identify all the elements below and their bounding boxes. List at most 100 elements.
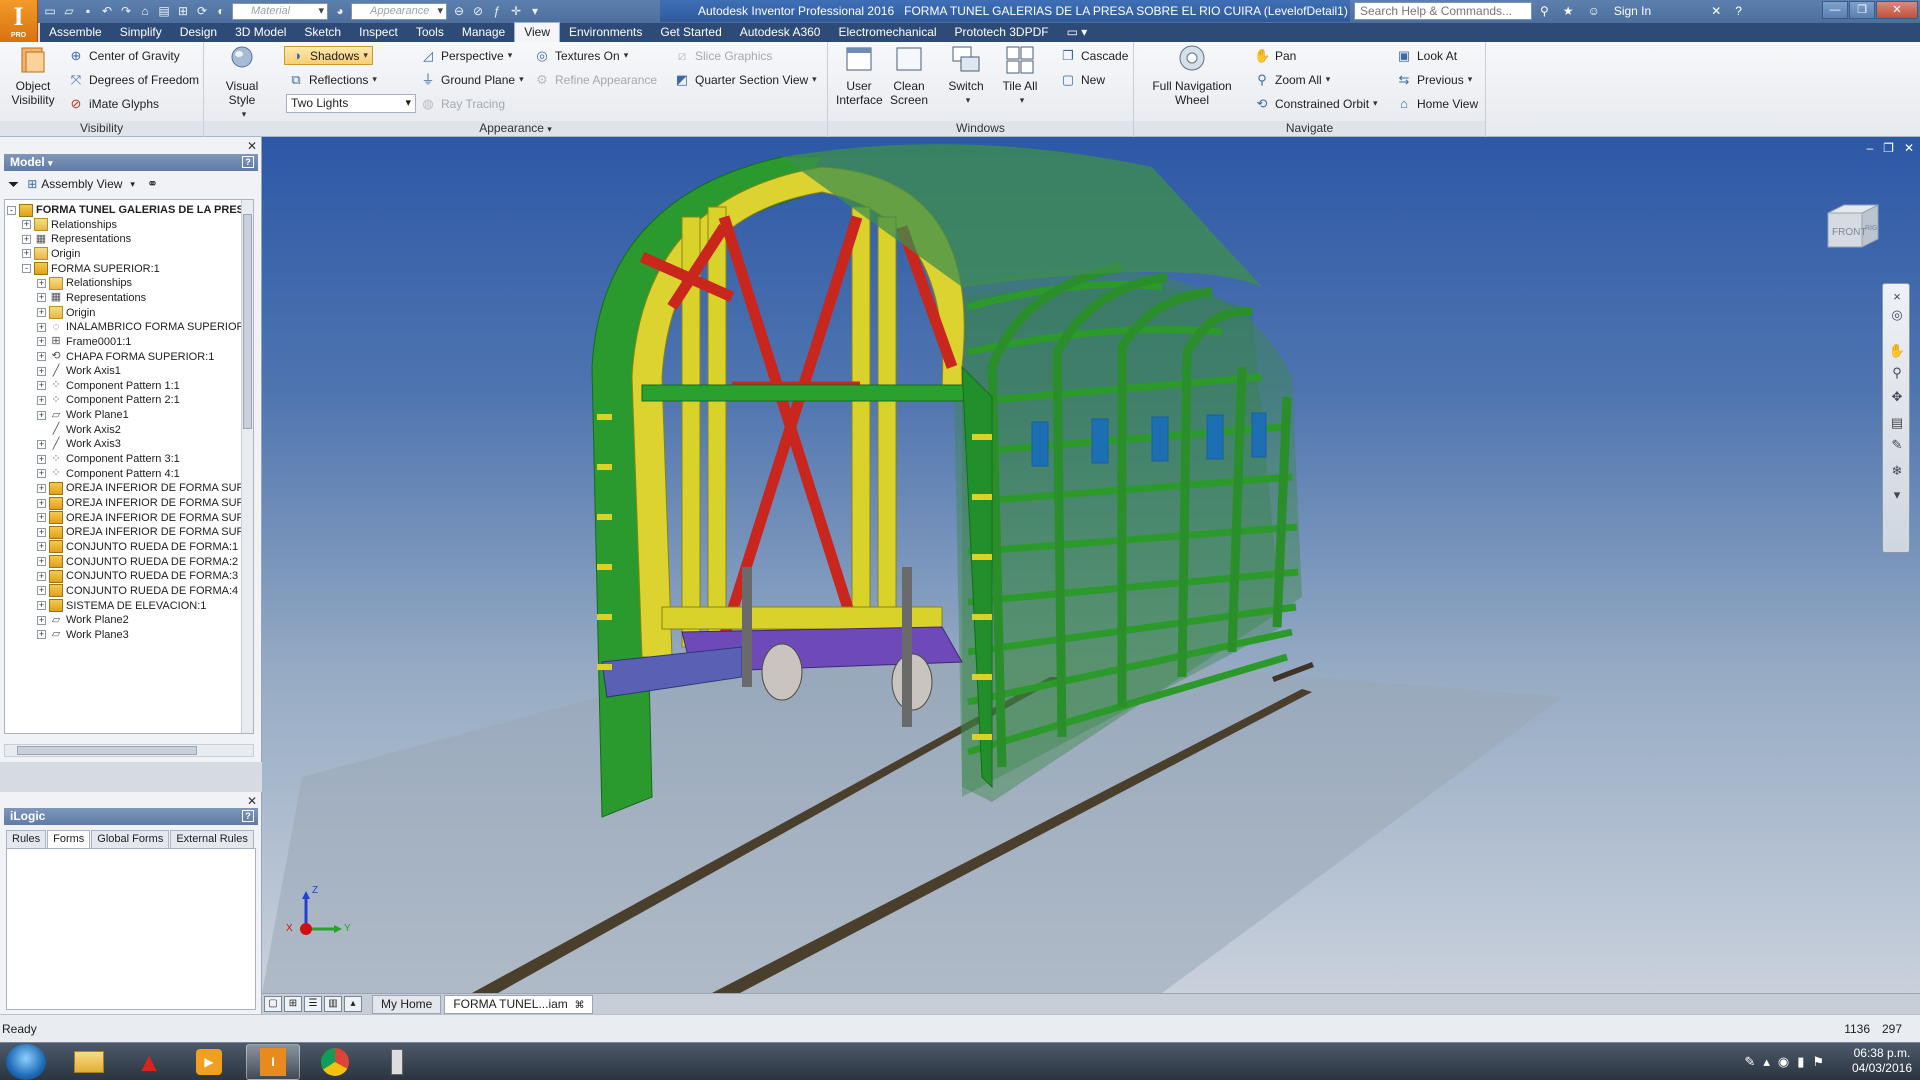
expand-icon[interactable]: +: [37, 513, 46, 523]
undo-icon[interactable]: ↶: [99, 3, 115, 19]
perspective-button[interactable]: ◿ Perspective ▾: [420, 46, 512, 65]
nav-pan-icon[interactable]: ✋: [1888, 342, 1906, 360]
tab-get-started[interactable]: Get Started: [651, 23, 730, 42]
customize-qat-icon[interactable]: ▾: [527, 3, 543, 19]
flag-tray-icon[interactable]: ⚑: [1812, 1054, 1824, 1070]
reflections-dropdown[interactable]: ▾: [372, 74, 377, 85]
expand-icon[interactable]: +: [37, 586, 46, 596]
tab-sketch[interactable]: Sketch: [295, 23, 350, 42]
shadows-dropdown[interactable]: ▾: [363, 50, 368, 61]
layout-single-icon[interactable]: ▢: [264, 996, 282, 1012]
tab-document[interactable]: FORMA TUNEL...iam ⌘: [444, 994, 594, 1014]
clean-screen-button[interactable]: Clean Screen: [886, 44, 932, 107]
tab-close-icon[interactable]: ⌘: [574, 1000, 584, 1011]
ground-plane-button[interactable]: ⏚ Ground Plane ▾: [420, 70, 524, 89]
appearance-combo[interactable]: Appearance: [351, 2, 447, 20]
home-view-button[interactable]: ⌂ Home View: [1396, 94, 1478, 113]
expand-icon[interactable]: +: [37, 557, 46, 567]
ground-plane-dropdown[interactable]: ▾: [519, 74, 524, 85]
ilogic-tab-global-forms[interactable]: Global Forms: [91, 830, 170, 848]
graphics-viewport[interactable]: – ❐ ✕ FRONT RIGHT × ◎ ✋ ⚲ ✥ ▤ ✎ ❄ ▾ Z X: [262, 137, 1920, 993]
tab-electromechanical[interactable]: Electromechanical: [829, 23, 945, 42]
nav-sketch-icon[interactable]: ✎: [1888, 436, 1906, 454]
layout-tile-icon[interactable]: ⊞: [284, 996, 302, 1012]
pan-button[interactable]: ✋ Pan: [1254, 46, 1296, 65]
expand-icon[interactable]: +: [37, 395, 46, 405]
expand-icon[interactable]: +: [37, 483, 46, 493]
binoculars-icon[interactable]: ⚲: [1540, 4, 1549, 18]
new-window-button[interactable]: ▢ New: [1060, 70, 1105, 89]
expand-icon[interactable]: +: [37, 542, 46, 552]
adjust-icon[interactable]: ⊘: [470, 3, 486, 19]
tab-design[interactable]: Design: [171, 23, 226, 42]
expand-icon[interactable]: +: [37, 601, 46, 611]
textures-on-button[interactable]: ◎ Textures On ▾: [534, 46, 628, 65]
expand-icon[interactable]: +: [37, 410, 46, 420]
clock[interactable]: 06:38 p.m. 04/03/2016: [1852, 1046, 1912, 1076]
user-interface-button[interactable]: User Interface: [836, 44, 883, 107]
orbit-dropdown[interactable]: ▾: [1373, 98, 1378, 109]
filter-icon[interactable]: ⏷: [8, 176, 19, 193]
section-view-dropdown[interactable]: ▾: [812, 74, 817, 85]
tab-tools[interactable]: Tools: [407, 23, 453, 42]
refine-appearance-button[interactable]: ⚙ Refine Appearance: [534, 70, 657, 89]
expand-icon[interactable]: +: [37, 439, 46, 449]
tab-prototech-3dpdf[interactable]: Prototech 3DPDF: [946, 23, 1058, 42]
tab-my-home[interactable]: My Home: [372, 994, 442, 1014]
expand-icon[interactable]: +: [37, 366, 46, 376]
lighting-style-select[interactable]: Two Lights: [286, 94, 416, 113]
tree-item[interactable]: + ▱ Work Plane3: [37, 626, 129, 644]
layout-vertical-icon[interactable]: ▥: [324, 996, 342, 1012]
home-icon[interactable]: ⌂: [137, 3, 153, 19]
expand-icon[interactable]: +: [37, 293, 46, 303]
switch-button[interactable]: Switch ▾: [946, 44, 986, 107]
collapse-icon[interactable]: -: [22, 264, 31, 274]
tile-all-button[interactable]: Tile All ▾: [998, 44, 1042, 107]
expand-icon[interactable]: +: [37, 630, 46, 640]
tree-hscroll-thumb[interactable]: [17, 746, 197, 755]
print-icon[interactable]: ▤: [156, 3, 172, 19]
new-file-icon[interactable]: ▭: [42, 3, 58, 19]
collapse-icon[interactable]: -: [7, 205, 16, 215]
viewcube[interactable]: FRONT RIGHT: [1822, 197, 1884, 255]
tab-simplify[interactable]: Simplify: [111, 23, 171, 42]
expand-icon[interactable]: +: [37, 278, 46, 288]
taskbar-usb[interactable]: [370, 1044, 424, 1080]
ilogic-help-icon[interactable]: ?: [242, 810, 254, 822]
expand-icon[interactable]: +: [37, 308, 46, 318]
model-panel-close-icon[interactable]: ✕: [247, 139, 257, 153]
ribbon-overflow-icon[interactable]: ▭ ▾: [1058, 23, 1097, 42]
model-browser-header[interactable]: Model ▾?: [4, 154, 258, 171]
help-icon[interactable]: ?: [1735, 4, 1742, 18]
nav-bar-close-icon[interactable]: ×: [1888, 288, 1906, 306]
tree-vertical-scrollbar[interactable]: [241, 200, 253, 733]
ilogic-tab-rules[interactable]: Rules: [6, 830, 47, 848]
measure-icon[interactable]: ✛: [508, 3, 524, 19]
visual-style-dropdown[interactable]: ▾: [218, 107, 270, 121]
ray-tracing-button[interactable]: ◍ Ray Tracing: [420, 94, 505, 113]
model-help-icon[interactable]: ?: [242, 156, 254, 168]
tab-environments[interactable]: Environments: [560, 23, 651, 42]
object-visibility-button[interactable]: Object Visibility: [8, 44, 58, 107]
taskbar-explorer[interactable]: [62, 1044, 116, 1080]
open-folder-icon[interactable]: ▱: [61, 3, 77, 19]
close-icon[interactable]: ✕: [1876, 1, 1918, 19]
constrained-orbit-button[interactable]: ⟲ Constrained Orbit ▾: [1254, 94, 1378, 113]
nav-orbit-icon[interactable]: ✥: [1888, 388, 1906, 406]
update-icon[interactable]: ⟳: [194, 3, 210, 19]
tree-scroll-thumb[interactable]: [243, 214, 252, 429]
quarter-section-view-button[interactable]: ◩ Quarter Section View ▾: [674, 70, 817, 89]
shadows-button[interactable]: ◑ Shadows ▾: [284, 46, 373, 65]
viewport-minimize-icon[interactable]: –: [1866, 141, 1873, 155]
pen-tray-icon[interactable]: ✎: [1744, 1054, 1755, 1070]
perspective-dropdown[interactable]: ▾: [508, 50, 513, 61]
sign-in-link[interactable]: Sign In: [1614, 4, 1651, 18]
nav-customize-icon[interactable]: ▾: [1888, 486, 1906, 504]
reflections-button[interactable]: ⧉ Reflections ▾: [288, 70, 377, 89]
tab-inspect[interactable]: Inspect: [350, 23, 407, 42]
zoom-all-button[interactable]: ⚲ Zoom All ▾: [1254, 70, 1330, 89]
cascade-button[interactable]: ❐ Cascade: [1060, 46, 1128, 65]
tab-assemble[interactable]: Assemble: [40, 23, 111, 42]
expand-icon[interactable]: +: [37, 352, 46, 361]
exchange-x-icon[interactable]: ✕: [1711, 4, 1721, 18]
